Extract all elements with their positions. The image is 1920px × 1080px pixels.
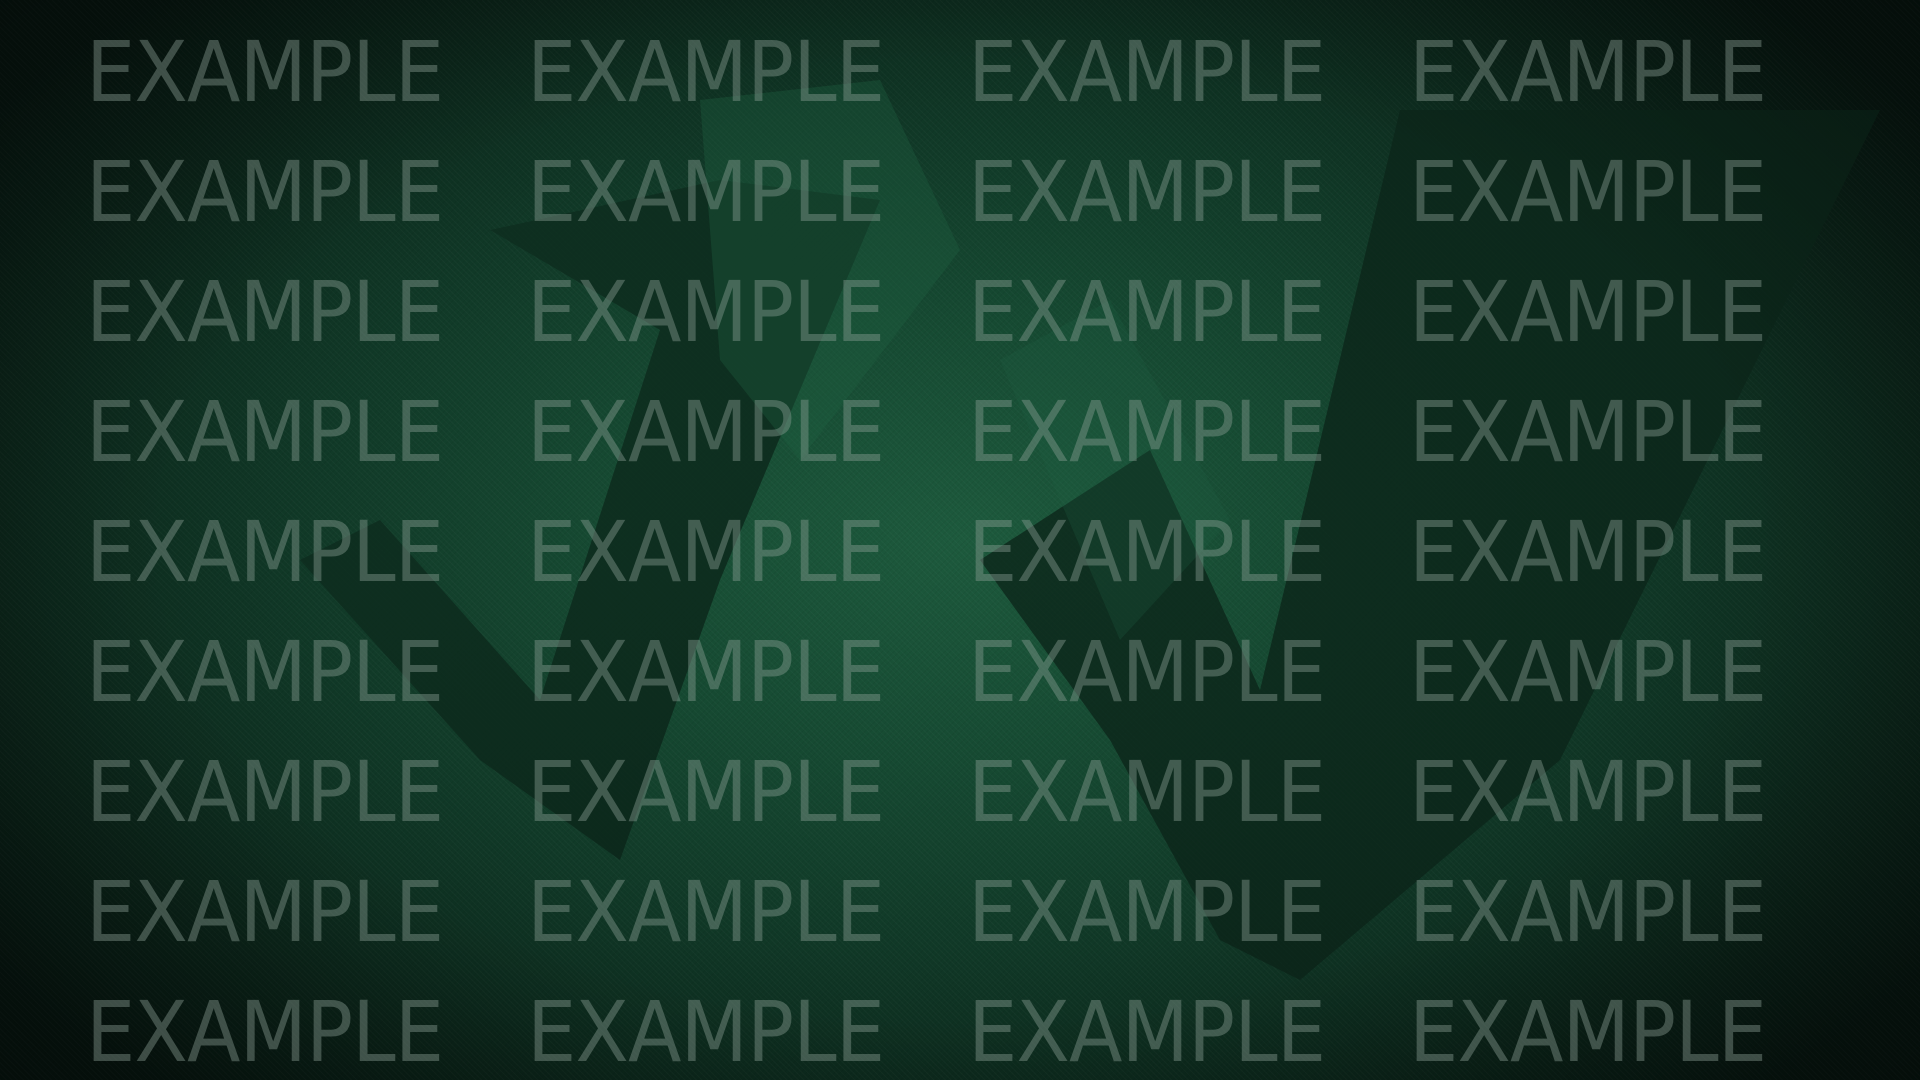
watermark-text: EXAMPLE bbox=[86, 143, 444, 241]
watermark-text: EXAMPLE bbox=[527, 863, 885, 961]
watermark-text: EXAMPLE bbox=[86, 863, 444, 961]
watermark-text: EXAMPLE bbox=[1409, 143, 1767, 241]
watermark-text: EXAMPLE bbox=[968, 143, 1326, 241]
background-canvas: EXAMPLE EXAMPLE EXAMPLE EXAMPLE EXAMPLE EXAMP… bbox=[0, 0, 1920, 1080]
watermark-text: EXAMPLE bbox=[527, 383, 885, 481]
watermark-text: EXAMPLE bbox=[968, 743, 1326, 841]
watermark-text: EXAMPLE bbox=[1409, 263, 1767, 361]
watermark-text: EXAMPLE bbox=[968, 503, 1326, 601]
watermark-text: EXAMPLE bbox=[527, 23, 885, 121]
watermark-text: EXAMPLE bbox=[86, 23, 444, 121]
watermark-text: EXAMPLE bbox=[1409, 743, 1767, 841]
watermark-text: EXAMPLE bbox=[86, 743, 444, 841]
watermark-text: EXAMPLE bbox=[86, 383, 444, 481]
watermark-text: EXAMPLE bbox=[1409, 983, 1767, 1080]
watermark-text: EXAMPLE bbox=[1409, 503, 1767, 601]
watermark-text: EXAMPLE bbox=[527, 743, 885, 841]
watermark-grid: EXAMPLE EXAMPLE EXAMPLE EXAMPLE EXAMPLE EXAMP… bbox=[86, 12, 1846, 1080]
watermark-text: EXAMPLE bbox=[968, 863, 1326, 961]
watermark-text: EXAMPLE bbox=[968, 983, 1326, 1080]
watermark-text: EXAMPLE bbox=[527, 263, 885, 361]
watermark-text: EXAMPLE bbox=[527, 623, 885, 721]
watermark-text: EXAMPLE bbox=[1409, 863, 1767, 961]
watermark-text: EXAMPLE bbox=[968, 623, 1326, 721]
watermark-text: EXAMPLE bbox=[1409, 623, 1767, 721]
watermark-text: EXAMPLE bbox=[968, 263, 1326, 361]
watermark-text: EXAMPLE bbox=[527, 503, 885, 601]
watermark-text: EXAMPLE bbox=[1409, 23, 1767, 121]
watermark-text: EXAMPLE bbox=[86, 623, 444, 721]
watermark-text: EXAMPLE bbox=[968, 383, 1326, 481]
watermark-text: EXAMPLE bbox=[527, 143, 885, 241]
watermark-text: EXAMPLE bbox=[527, 983, 885, 1080]
watermark-text: EXAMPLE bbox=[86, 263, 444, 361]
watermark-text: EXAMPLE bbox=[1409, 383, 1767, 481]
watermark-text: EXAMPLE bbox=[86, 983, 444, 1080]
watermark-text: EXAMPLE bbox=[86, 503, 444, 601]
watermark-text: EXAMPLE bbox=[968, 23, 1326, 121]
